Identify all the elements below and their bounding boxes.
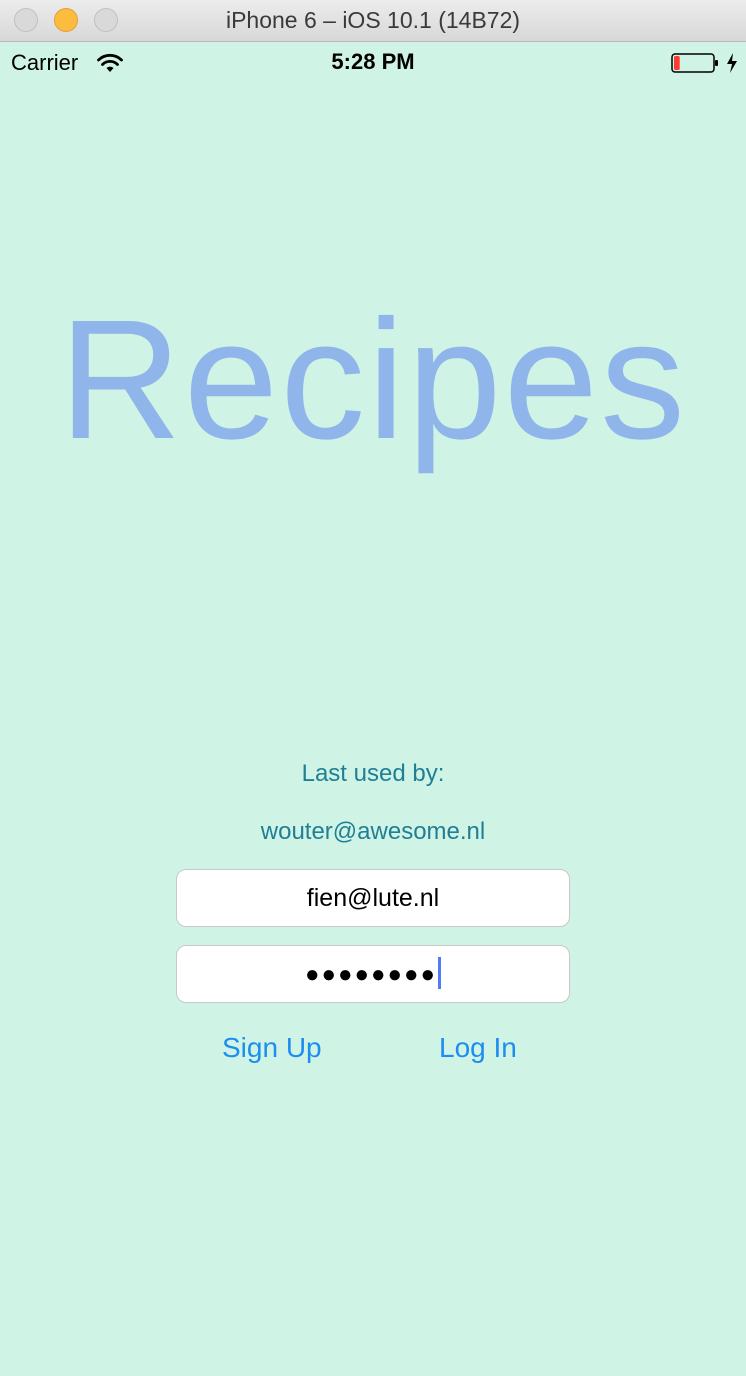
status-time: 5:28 PM: [331, 49, 415, 74]
last-used-email: wouter@awesome.nl: [260, 818, 486, 845]
charging-bolt-icon: [727, 53, 737, 73]
app-title: Recipes: [58, 285, 688, 475]
window-title: iPhone 6 – iOS 10.1 (14B72): [225, 7, 521, 33]
last-used-label: Last used by:: [301, 760, 445, 787]
password-field[interactable]: ●●●●●●●●: [176, 945, 570, 1003]
sign-up-button[interactable]: Sign Up: [222, 1032, 322, 1064]
password-field-value: ●●●●●●●●: [305, 961, 437, 988]
ios-status-bar: Carrier 5:28 PM: [0, 42, 746, 82]
email-field[interactable]: fien@lute.nl: [176, 869, 570, 927]
text-caret: [437, 957, 441, 990]
email-field-value: fien@lute.nl: [306, 884, 440, 912]
log-in-button[interactable]: Log In: [439, 1032, 517, 1064]
simulator-titlebar: iPhone 6 – iOS 10.1 (14B72): [0, 0, 746, 42]
battery-icon: [671, 53, 718, 73]
